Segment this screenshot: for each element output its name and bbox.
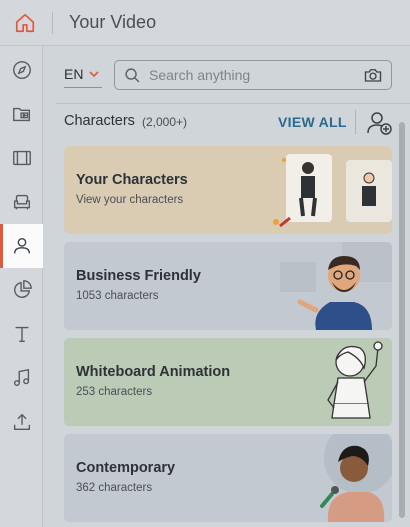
card-subtitle: 362 characters xyxy=(76,482,153,494)
view-all-divider xyxy=(355,110,356,134)
rail-item-music[interactable] xyxy=(0,356,43,400)
character-illustration xyxy=(280,242,392,330)
card-subtitle: 1053 characters xyxy=(76,290,159,302)
add-person-icon xyxy=(367,112,392,135)
pie-chart-icon xyxy=(13,280,32,298)
rail-item-explore[interactable] xyxy=(0,48,43,92)
language-value: EN xyxy=(64,65,84,82)
rail-item-characters[interactable] xyxy=(0,224,43,268)
rail-item-text[interactable] xyxy=(0,312,43,356)
home-icon xyxy=(15,13,35,33)
section-title: Characters xyxy=(64,113,135,129)
category-card-business-friendly[interactable]: Business Friendly 1053 characters xyxy=(64,242,392,330)
rail-item-scenes[interactable] xyxy=(0,136,43,180)
rail-item-props[interactable] xyxy=(0,180,43,224)
category-card-contemporary[interactable]: Contemporary 362 characters xyxy=(64,434,392,522)
camera-icon[interactable] xyxy=(364,67,382,83)
search-icon xyxy=(125,67,140,82)
search-box[interactable] xyxy=(114,60,392,90)
home-button[interactable] xyxy=(8,6,42,40)
card-subtitle: 253 characters xyxy=(76,386,153,398)
add-character-button[interactable] xyxy=(366,109,394,137)
person-icon xyxy=(13,237,30,254)
card-title: Business Friendly xyxy=(76,268,201,284)
scrollbar[interactable] xyxy=(399,122,405,518)
chevron-down-icon xyxy=(89,70,100,77)
media-folder-icon xyxy=(12,107,30,122)
music-icon xyxy=(13,368,29,387)
search-input[interactable] xyxy=(149,67,349,83)
category-card-your-characters[interactable]: Your Characters View your characters xyxy=(64,146,392,234)
rail-item-charts[interactable] xyxy=(0,268,43,312)
compass-icon xyxy=(12,61,31,79)
language-select[interactable]: EN xyxy=(64,60,102,88)
character-illustration xyxy=(327,341,383,419)
page-title: Your Video xyxy=(69,12,157,32)
character-illustration xyxy=(273,154,392,228)
character-illustration xyxy=(320,434,392,522)
side-rail xyxy=(0,46,43,527)
top-bar: Your Video xyxy=(0,0,410,46)
text-icon xyxy=(15,326,28,343)
rail-item-media[interactable] xyxy=(0,92,43,136)
card-subtitle: View your characters xyxy=(76,194,184,206)
characters-panel: EN Characters (2,000+) VIEW ALL Your Cha… xyxy=(44,46,410,527)
card-title: Whiteboard Animation xyxy=(76,364,231,380)
section-count: (2,000+) xyxy=(142,115,188,129)
toolbar-divider xyxy=(56,103,410,104)
upload-icon xyxy=(13,413,30,431)
view-all-link[interactable]: VIEW ALL xyxy=(278,114,347,130)
armchair-icon xyxy=(13,194,30,210)
card-title: Your Characters xyxy=(76,172,188,188)
header-divider xyxy=(52,12,53,34)
rail-item-upload[interactable] xyxy=(0,400,43,444)
category-card-whiteboard-animation[interactable]: Whiteboard Animation 253 characters xyxy=(64,338,392,426)
card-title: Contemporary xyxy=(76,460,176,476)
film-icon xyxy=(12,150,31,166)
